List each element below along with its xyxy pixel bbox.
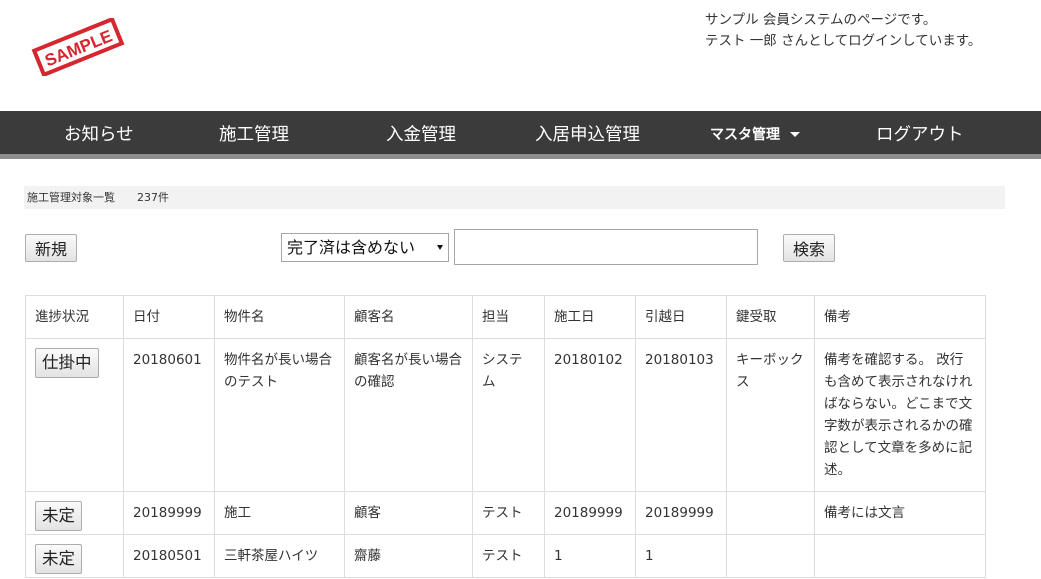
record-count: 237件 <box>137 191 169 204</box>
column-header-property: 物件名 <box>214 295 345 339</box>
date-cell: 20180601 <box>123 338 215 492</box>
nav-item-master-label: マスタ管理 <box>710 127 780 143</box>
move-date-cell: 20189999 <box>635 491 727 535</box>
property-cell: 三軒茶屋ハイツ <box>214 534 345 578</box>
site-description: サンプル 会員システムのページです。 <box>705 12 937 28</box>
nav-item-payment[interactable]: 入金管理 <box>386 111 456 159</box>
nav-item-news[interactable]: お知らせ <box>64 111 134 159</box>
status-button[interactable]: 未定 <box>35 544 82 574</box>
status-filter-select[interactable]: 完了済は含めない <box>281 233 449 262</box>
status-cell: 仕掛中 <box>25 338 124 492</box>
staff-cell: テスト <box>472 534 545 578</box>
search-input[interactable] <box>454 229 758 265</box>
customer-cell: 顧客 <box>344 491 473 535</box>
construction-table: 進捗状況 日付 物件名 顧客名 担当 施工日 引越日 鍵受取 備考 仕掛中 20… <box>25 295 986 578</box>
search-button[interactable]: 検索 <box>783 234 835 262</box>
login-status: テスト 一郎 さんとしてログインしています。 <box>705 33 982 49</box>
sample-stamp-logo: SAMPLE <box>28 18 128 76</box>
status-cell: 未定 <box>25 534 124 578</box>
notes-cell <box>814 534 986 578</box>
construction-date-cell: 1 <box>544 534 636 578</box>
move-date-cell: 1 <box>635 534 727 578</box>
date-cell: 20189999 <box>123 491 215 535</box>
key-receipt-cell <box>726 534 815 578</box>
dropdown-arrow-icon <box>437 245 443 250</box>
table-row: 未定 20180501 三軒茶屋ハイツ 齋藤 テスト 1 1 <box>25 534 986 578</box>
nav-item-master[interactable]: マスタ管理 <box>710 111 800 159</box>
nav-item-construction[interactable]: 施工管理 <box>219 111 289 159</box>
date-cell: 20180501 <box>123 534 215 578</box>
new-button[interactable]: 新規 <box>25 234 77 262</box>
list-title: 施工管理対象一覧 <box>27 191 115 204</box>
table-row: 未定 20189999 施工 顧客 テスト 20189999 20189999 … <box>25 491 986 535</box>
column-header-date: 日付 <box>123 295 215 339</box>
notes-cell: 備考には文言 <box>814 491 986 535</box>
key-receipt-cell: キーボックス <box>726 338 815 492</box>
sample-stamp-icon: SAMPLE <box>31 18 125 76</box>
list-summary: 施工管理対象一覧 237件 <box>24 186 1005 209</box>
nav-item-tenant-application[interactable]: 入居申込管理 <box>535 111 640 159</box>
property-cell: 施工 <box>214 491 345 535</box>
header-info: サンプル 会員システムのページです。 テスト 一郎 さんとしてログインしています… <box>705 10 981 52</box>
status-cell: 未定 <box>25 491 124 535</box>
nav-item-logout[interactable]: ログアウト <box>876 111 964 159</box>
staff-cell: システム <box>472 338 545 492</box>
column-header-customer: 顧客名 <box>344 295 473 339</box>
construction-date-cell: 20180102 <box>544 338 636 492</box>
key-receipt-cell <box>726 491 815 535</box>
column-header-status: 進捗状況 <box>25 295 124 339</box>
status-button[interactable]: 仕掛中 <box>35 348 99 378</box>
status-filter-value: 完了済は含めない <box>287 238 416 257</box>
main-nav: お知らせ 施工管理 入金管理 入居申込管理 マスタ管理 ログアウト <box>0 111 1041 159</box>
status-button[interactable]: 未定 <box>35 501 82 531</box>
table-header-row: 進捗状況 日付 物件名 顧客名 担当 施工日 引越日 鍵受取 備考 <box>25 295 986 339</box>
staff-cell: テスト <box>472 491 545 535</box>
construction-date-cell: 20189999 <box>544 491 636 535</box>
header: SAMPLE サンプル 会員システムのページです。 テスト 一郎 さんとしてログ… <box>0 0 1041 111</box>
property-cell: 物件名が長い場合のテスト <box>214 338 345 492</box>
table-row: 仕掛中 20180601 物件名が長い場合のテスト 顧客名が長い場合の確認 シス… <box>25 338 986 492</box>
notes-cell: 備考を確認する。 改行も含めて表示されなければならない。どこまで文字数が表示され… <box>814 338 986 492</box>
column-header-construction-date: 施工日 <box>544 295 636 339</box>
column-header-key-receipt: 鍵受取 <box>726 295 815 339</box>
customer-cell: 齋藤 <box>344 534 473 578</box>
column-header-staff: 担当 <box>472 295 545 339</box>
caret-down-icon <box>790 132 800 137</box>
move-date-cell: 20180103 <box>635 338 727 492</box>
column-header-move-date: 引越日 <box>635 295 727 339</box>
column-header-notes: 備考 <box>814 295 986 339</box>
customer-cell: 顧客名が長い場合の確認 <box>344 338 473 492</box>
